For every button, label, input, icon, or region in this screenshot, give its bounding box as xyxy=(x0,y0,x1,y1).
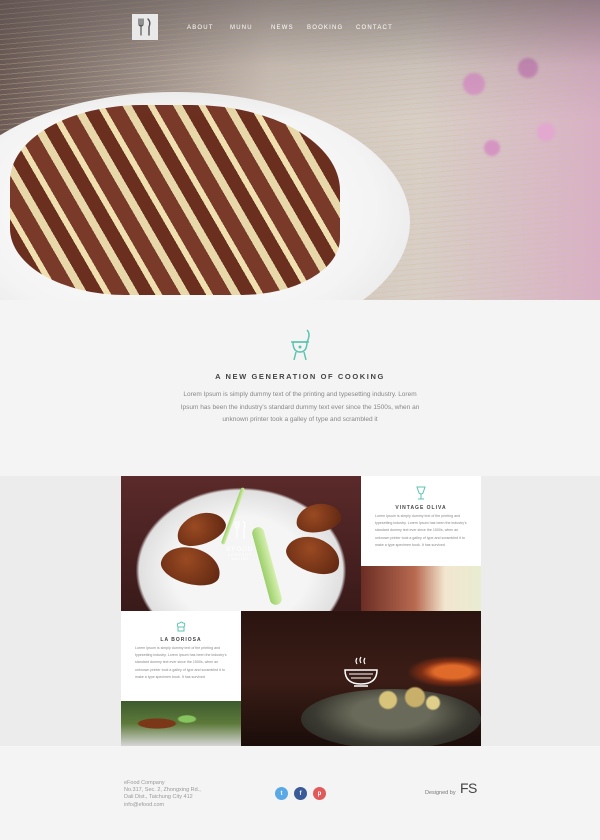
twitter-icon[interactable]: t xyxy=(275,787,288,800)
top-nav: ABOUT MUNU NEWS BOOKING CONTACT xyxy=(0,0,600,55)
nav-news[interactable]: NEWS xyxy=(271,25,294,31)
intro-body: Lorem Ipsum is simply dummy text of the … xyxy=(180,391,420,423)
address-line: Dali Dist., Taichung City 412 xyxy=(124,794,193,801)
email-link[interactable]: info@efood.com xyxy=(124,802,201,809)
grill-icon xyxy=(291,329,310,361)
designer-mark[interactable]: FS xyxy=(460,780,477,796)
hot-pot-photo xyxy=(241,611,481,746)
nav-about[interactable]: ABOUT xyxy=(187,25,214,31)
card-text: Lorem Ipsum is simply dummy text of the … xyxy=(135,646,227,679)
intro-section: A NEW GENERATION OF COOKING Lorem Ipsum … xyxy=(0,300,600,476)
address-line: eFood Company xyxy=(124,780,165,786)
footer: eFood Company No.317, Sec. 2, Zhongxing … xyxy=(0,746,600,840)
card-vintage-oliva[interactable]: VINTAGE OLIVA Lorem Ipsum is simply dumm… xyxy=(361,476,481,566)
noodle-bowl-icon xyxy=(344,656,378,687)
designed-by-label: Designed by xyxy=(425,790,456,796)
nav-munu[interactable]: MUNU xyxy=(230,25,253,31)
chef-hat-icon xyxy=(176,621,186,632)
glass-icon xyxy=(416,486,426,500)
intro-heading: A NEW GENERATION OF COOKING xyxy=(215,372,385,381)
facebook-icon[interactable]: f xyxy=(294,787,307,800)
company-address: eFood Company No.317, Sec. 2, Zhongxing … xyxy=(124,780,201,809)
card-title: VINTAGE OLIVA xyxy=(395,505,447,511)
card-text: Lorem Ipsum is simply dummy text of the … xyxy=(375,514,467,547)
nav-contact[interactable]: CONTACT xyxy=(356,25,393,31)
fork-knife-logo-icon[interactable] xyxy=(132,14,158,40)
address-line: No.317, Sec. 2, Zhongxing Rd., xyxy=(124,787,201,794)
card-title: LA BORIOSA xyxy=(160,637,202,643)
hero-banner: ABOUT MUNU NEWS BOOKING CONTACT xyxy=(0,0,600,300)
glazed-dish-photo xyxy=(121,701,241,746)
fork-knife-badge-icon xyxy=(234,520,246,539)
badge-since: since 1982 xyxy=(231,557,249,561)
efood-badge: EFOOD COMPANY since 1982 xyxy=(218,520,262,561)
nav-booking[interactable]: BOOKING xyxy=(307,25,343,31)
pinterest-icon[interactable]: p xyxy=(313,787,326,800)
card-la-boriosa[interactable]: LA BORIOSA Lorem Ipsum is simply dummy t… xyxy=(121,611,241,701)
braised-meat-photo xyxy=(361,566,481,611)
